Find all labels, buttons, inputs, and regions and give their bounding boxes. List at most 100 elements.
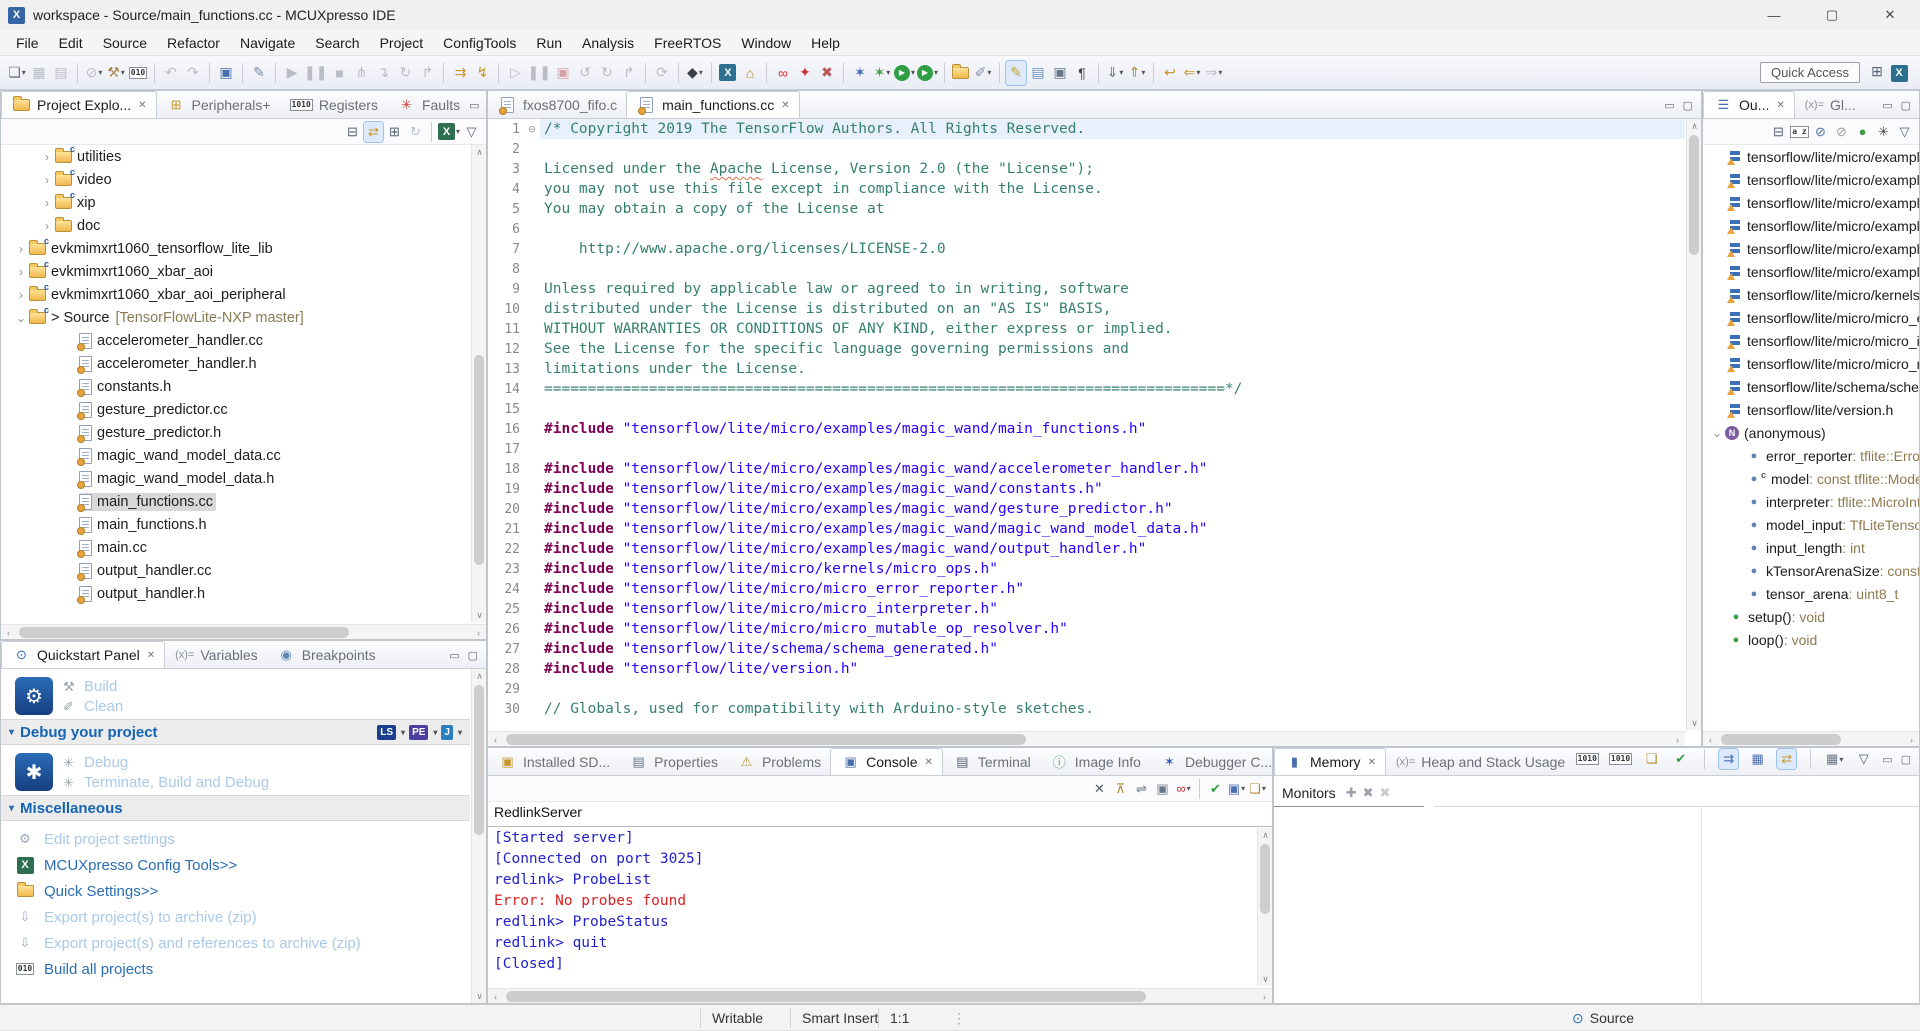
refresh-view-icon[interactable]: ↻ bbox=[406, 122, 425, 142]
pin-console-icon[interactable]: ▣ bbox=[1153, 779, 1172, 799]
table-rendering-icon[interactable]: ▦ bbox=[1748, 749, 1767, 769]
develop-perspective-icon[interactable]: X bbox=[1889, 61, 1909, 85]
maximize-view-icon[interactable]: ▢ bbox=[1901, 753, 1911, 766]
menu-project[interactable]: Project bbox=[370, 32, 434, 54]
expander-icon[interactable]: › bbox=[13, 242, 29, 256]
pause-alt-icon[interactable]: ❚❚ bbox=[527, 61, 550, 85]
launch-pin-icon[interactable]: ✔ bbox=[1206, 779, 1225, 799]
config-tools-icon[interactable]: X bbox=[14, 855, 36, 875]
menu-edit[interactable]: Edit bbox=[49, 32, 93, 54]
menu-configtools[interactable]: ConfigTools bbox=[433, 32, 526, 54]
tree-item-evkmimxrt1060-tensorflow-lite-lib[interactable]: ›cevkmimxrt1060_tensorflow_lite_lib bbox=[1, 237, 470, 260]
c-file-icon[interactable] bbox=[498, 95, 517, 115]
expander-icon[interactable]: › bbox=[39, 219, 55, 233]
tab-installed-sd-[interactable]: ▣Installed SD... bbox=[488, 748, 619, 775]
tree-item-accelerometer-handler-cc[interactable]: accelerometer_handler.cc bbox=[1, 329, 470, 352]
image-info-icon[interactable]: ⓘ bbox=[1050, 752, 1069, 772]
open-folder-icon[interactable] bbox=[951, 61, 971, 85]
power-icon[interactable]: ⊙ bbox=[12, 645, 31, 665]
quickstart-terminate-build-and-debug[interactable]: ✳Terminate, Build and Debug bbox=[63, 774, 269, 791]
open-console-view-icon[interactable]: ▣ bbox=[216, 61, 236, 85]
project-tree-hscrollbar[interactable]: ‹ › bbox=[1, 624, 486, 639]
quickstart-export-project-s-to-archive-zip-[interactable]: ⇩Export project(s) to archive (zip) bbox=[13, 906, 470, 928]
outline-item-setup-[interactable]: ●setup() : void bbox=[1703, 605, 1919, 628]
menu-help[interactable]: Help bbox=[801, 32, 850, 54]
outline-item-tensorflow-lite-micro-examples-magic-wand-constants-h[interactable]: tensorflow/lite/micro/examples/magic_wan… bbox=[1703, 191, 1919, 214]
installed-sdks-icon[interactable]: ▣ bbox=[498, 752, 517, 772]
memory-menu-icon[interactable]: ▽ bbox=[1854, 749, 1873, 769]
outline-item-tensorflow-lite-schema-schema-generated-h[interactable]: tensorflow/lite/schema/schema_generated.… bbox=[1703, 375, 1919, 398]
open-perspective-icon[interactable]: ⊞ bbox=[1867, 60, 1887, 84]
quickstart-mcuxpresso-config-tools-[interactable]: XMCUXpresso Config Tools>> bbox=[13, 854, 470, 876]
variables-icon[interactable]: (x)= bbox=[175, 645, 194, 665]
highlight-marker-icon[interactable]: ✎ bbox=[1006, 61, 1026, 85]
fold-marker-icon[interactable]: ⊖ bbox=[524, 122, 540, 136]
hide-inactive-icon[interactable]: ✳ bbox=[1874, 122, 1893, 142]
menu-search[interactable]: Search bbox=[305, 32, 369, 54]
outline-item-tensorflow-lite-micro-micro-interpreter-h[interactable]: tensorflow/lite/micro/micro_interpreter.… bbox=[1703, 329, 1919, 352]
debug-attach-icon[interactable]: ✶ bbox=[850, 61, 870, 85]
remove-launch-icon[interactable]: ∞▾ bbox=[1174, 779, 1193, 799]
editor-tab-main-functions-cc[interactable]: main_functions.cc✕ bbox=[626, 91, 799, 118]
grid-icon[interactable]: ⊞ bbox=[385, 122, 404, 142]
save-all-icon[interactable]: ▤ bbox=[51, 61, 71, 85]
expander-icon[interactable]: ⌄ bbox=[1709, 426, 1725, 440]
tab-heap-and-stack-usage[interactable]: (x)=Heap and Stack Usage bbox=[1386, 748, 1574, 775]
expander-icon[interactable]: › bbox=[39, 150, 55, 164]
dropdown-arrow-icon[interactable]: ▾ bbox=[433, 728, 437, 737]
globals-icon[interactable]: (x)= bbox=[1805, 95, 1824, 115]
heap-stack-icon[interactable]: (x)= bbox=[1396, 752, 1415, 772]
quick-settings-icon[interactable] bbox=[14, 881, 36, 901]
word-wrap-icon[interactable]: ⇌ bbox=[1132, 779, 1151, 799]
outline-item-tensorflow-lite-micro-kernels-micro-ops-h[interactable]: tensorflow/lite/micro/kernels/micro_ops.… bbox=[1703, 283, 1919, 306]
minimize-view-icon[interactable]: ▭ bbox=[1882, 99, 1892, 112]
reload-icon[interactable]: ↱ bbox=[619, 61, 639, 85]
terminate-icon[interactable]: ■ bbox=[329, 61, 349, 85]
prev-annotation-icon[interactable]: ⇑▾ bbox=[1127, 61, 1147, 85]
forward-icon[interactable]: ⇒▾ bbox=[1204, 61, 1224, 85]
outline-item-tensorflow-lite-version-h[interactable]: tensorflow/lite/version.h bbox=[1703, 398, 1919, 421]
tree-item-accelerometer-handler-h[interactable]: accelerometer_handler.h bbox=[1, 352, 470, 375]
tree-item-gesture-predictor-cc[interactable]: gesture_predictor.cc bbox=[1, 398, 470, 421]
outline-item--anonymous-[interactable]: ⌄N(anonymous) bbox=[1703, 421, 1919, 444]
tab-console[interactable]: ▣Console✕ bbox=[830, 748, 943, 775]
quickstart-build-all-projects[interactable]: 010Build all projects bbox=[13, 958, 470, 980]
tree-item-utilities[interactable]: ›cutilities bbox=[1, 145, 470, 168]
editor-tab-fxos8700-fifo-c[interactable]: fxos8700_fifo.c bbox=[488, 91, 626, 118]
outline-item-tensorflow-lite-micro-micro-error-reporter-h[interactable]: tensorflow/lite/micro/micro_error_report… bbox=[1703, 306, 1919, 329]
quick-access-button[interactable]: Quick Access bbox=[1760, 62, 1860, 83]
minimize-view-icon[interactable]: ▭ bbox=[449, 649, 459, 662]
tab-properties[interactable]: ▤Properties bbox=[619, 748, 727, 775]
flash-programmer-icon[interactable]: ◆▾ bbox=[685, 61, 705, 85]
tree-item-output-handler-h[interactable]: output_handler.h bbox=[1, 582, 470, 605]
view-menu-icon[interactable]: ▽ bbox=[462, 122, 481, 142]
run-icon[interactable]: ▶▾ bbox=[894, 61, 915, 85]
show-whitespace-icon[interactable]: ¶ bbox=[1072, 61, 1092, 85]
resume-alt-icon[interactable]: ▷ bbox=[505, 61, 525, 85]
build-all-icon[interactable]: 010 bbox=[14, 959, 36, 979]
config-tools-icon[interactable]: X▾ bbox=[438, 122, 460, 142]
menu-window[interactable]: Window bbox=[731, 32, 801, 54]
settings-icon[interactable]: ⚙ bbox=[14, 829, 36, 849]
tab-breakpoints[interactable]: ◉Breakpoints bbox=[267, 641, 385, 668]
maximize-button[interactable]: ▢ bbox=[1804, 0, 1860, 30]
menu-source[interactable]: Source bbox=[93, 32, 157, 54]
tree-item-constants-h[interactable]: constants.h bbox=[1, 375, 470, 398]
quickstart-export-project-s-and-references-to-archive-zip-[interactable]: ⇩Export project(s) and references to arc… bbox=[13, 932, 470, 954]
step-into-icon[interactable]: ↴ bbox=[373, 61, 393, 85]
pin-remove-icon[interactable]: ✖ bbox=[817, 61, 837, 85]
step-return-icon[interactable]: ↱ bbox=[417, 61, 437, 85]
tab-quickstart-panel[interactable]: ⊙Quickstart Panel✕ bbox=[1, 641, 165, 668]
tree-item-evkmimxrt1060-xbar-aoi-peripheral[interactable]: ›cevkmimxrt1060_xbar_aoi_peripheral bbox=[1, 283, 470, 306]
tree-item-main-functions-cc[interactable]: main_functions.cc bbox=[1, 490, 470, 513]
maximize-view-icon[interactable]: ▢ bbox=[1901, 99, 1911, 112]
tab-gl-[interactable]: (x)=Gl... bbox=[1795, 91, 1865, 118]
tab-close-icon[interactable]: ✕ bbox=[1368, 757, 1376, 768]
peripherals-icon[interactable]: ⊞ bbox=[167, 95, 186, 115]
outline-item-tensorflow-lite-micro-examples-magic-wand-output-handler-h[interactable]: tensorflow/lite/micro/examples/magic_wan… bbox=[1703, 260, 1919, 283]
outline-item-tensorflow-lite-micro-examples-magic-wand-main-functions-h[interactable]: tensorflow/lite/micro/examples/magic_wan… bbox=[1703, 145, 1919, 168]
tab-close-icon[interactable]: ✕ bbox=[147, 650, 155, 661]
flash-config-icon[interactable]: ↯ bbox=[472, 61, 492, 85]
sort-icon[interactable]: a z bbox=[1790, 122, 1809, 142]
outline-icon[interactable]: ☰ bbox=[1714, 95, 1733, 115]
